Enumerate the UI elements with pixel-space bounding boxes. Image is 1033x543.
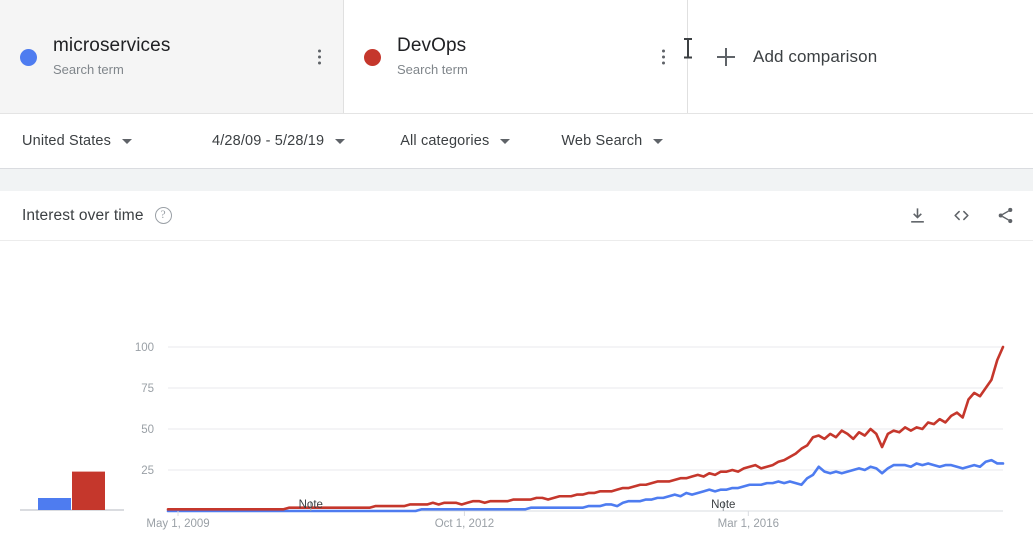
y-axis-tick-label: 50 (141, 424, 154, 436)
share-icon[interactable] (996, 206, 1015, 225)
chart-area: 25 50 75 100 May 1, 2009 Oct 1, 2012 Mar 1, 20… (0, 241, 1033, 536)
add-comparison-button[interactable]: Add comparison (688, 0, 1033, 113)
kebab-menu-icon[interactable] (658, 45, 669, 68)
interest-over-time-panel: Interest over time ? 25 50 75 100 May 1, 200… (0, 191, 1033, 536)
x-axis-tick-label: Mar 1, 2016 (718, 518, 779, 530)
kebab-menu-icon[interactable] (314, 45, 325, 68)
filter-search-type[interactable]: Web Search (561, 133, 664, 149)
filter-category[interactable]: All categories (400, 133, 511, 149)
panel-actions (908, 206, 1015, 225)
y-axis-tick-label: 25 (141, 465, 154, 477)
term-color-dot (20, 49, 37, 66)
average-bar-0[interactable] (38, 498, 71, 510)
note-annotation-label: Note (299, 499, 323, 511)
add-comparison-label: Add comparison (753, 46, 878, 66)
note-annotation[interactable]: Note (711, 499, 735, 511)
term-type-label: Search term (397, 61, 468, 77)
term-card-0[interactable]: microservices Search term (0, 0, 344, 113)
series-line-1[interactable] (166, 345, 1005, 511)
page-title: Interest over time (22, 206, 144, 224)
panel-header: Interest over time ? (0, 191, 1033, 241)
filter-location-value: United States (22, 133, 111, 149)
chevron-down-icon (122, 138, 132, 144)
term-type-label: Search term (53, 61, 124, 77)
x-axis-tick-label: May 1, 2009 (146, 518, 209, 530)
search-terms-bar: microservices Search term DevOps Search … (0, 0, 1033, 114)
chevron-down-icon (500, 138, 511, 144)
y-axis-tick-label: 100 (135, 342, 154, 354)
chevron-down-icon (653, 138, 664, 144)
download-icon[interactable] (908, 206, 927, 225)
x-axis-tick-label: Oct 1, 2012 (435, 518, 494, 530)
filter-location[interactable]: United States (22, 133, 132, 149)
help-icon[interactable]: ? (154, 207, 172, 224)
term-card-1[interactable]: DevOps Search term (344, 0, 692, 113)
series-line-0[interactable] (166, 458, 1005, 513)
term-text-group: DevOps Search term (397, 34, 468, 80)
term-color-dot (364, 49, 381, 66)
filter-date-range[interactable]: 4/28/09 - 5/28/19 (212, 133, 346, 149)
chevron-down-icon (335, 138, 346, 144)
embed-code-icon[interactable] (951, 206, 972, 225)
plus-icon (717, 47, 735, 66)
filter-date-range-value: 4/28/09 - 5/28/19 (212, 133, 325, 149)
term-label: DevOps (397, 34, 467, 56)
average-bar-1[interactable] (72, 471, 105, 510)
section-gutter (0, 169, 1033, 191)
note-annotation[interactable]: Note (299, 499, 323, 511)
interest-over-time-chart[interactable]: 25 50 75 100 May 1, 2009 Oct 1, 2012 Mar 1, 20… (0, 241, 1033, 536)
note-annotation-label: Note (711, 499, 735, 511)
term-text-group: microservices Search term (53, 34, 170, 80)
filters-bar: United States 4/28/09 - 5/28/19 All cate… (0, 114, 1033, 169)
term-label: microservices (53, 34, 171, 56)
filter-category-value: All categories (400, 133, 490, 149)
y-axis-tick-label: 75 (141, 383, 154, 395)
filter-search-type-value: Web Search (561, 133, 643, 149)
